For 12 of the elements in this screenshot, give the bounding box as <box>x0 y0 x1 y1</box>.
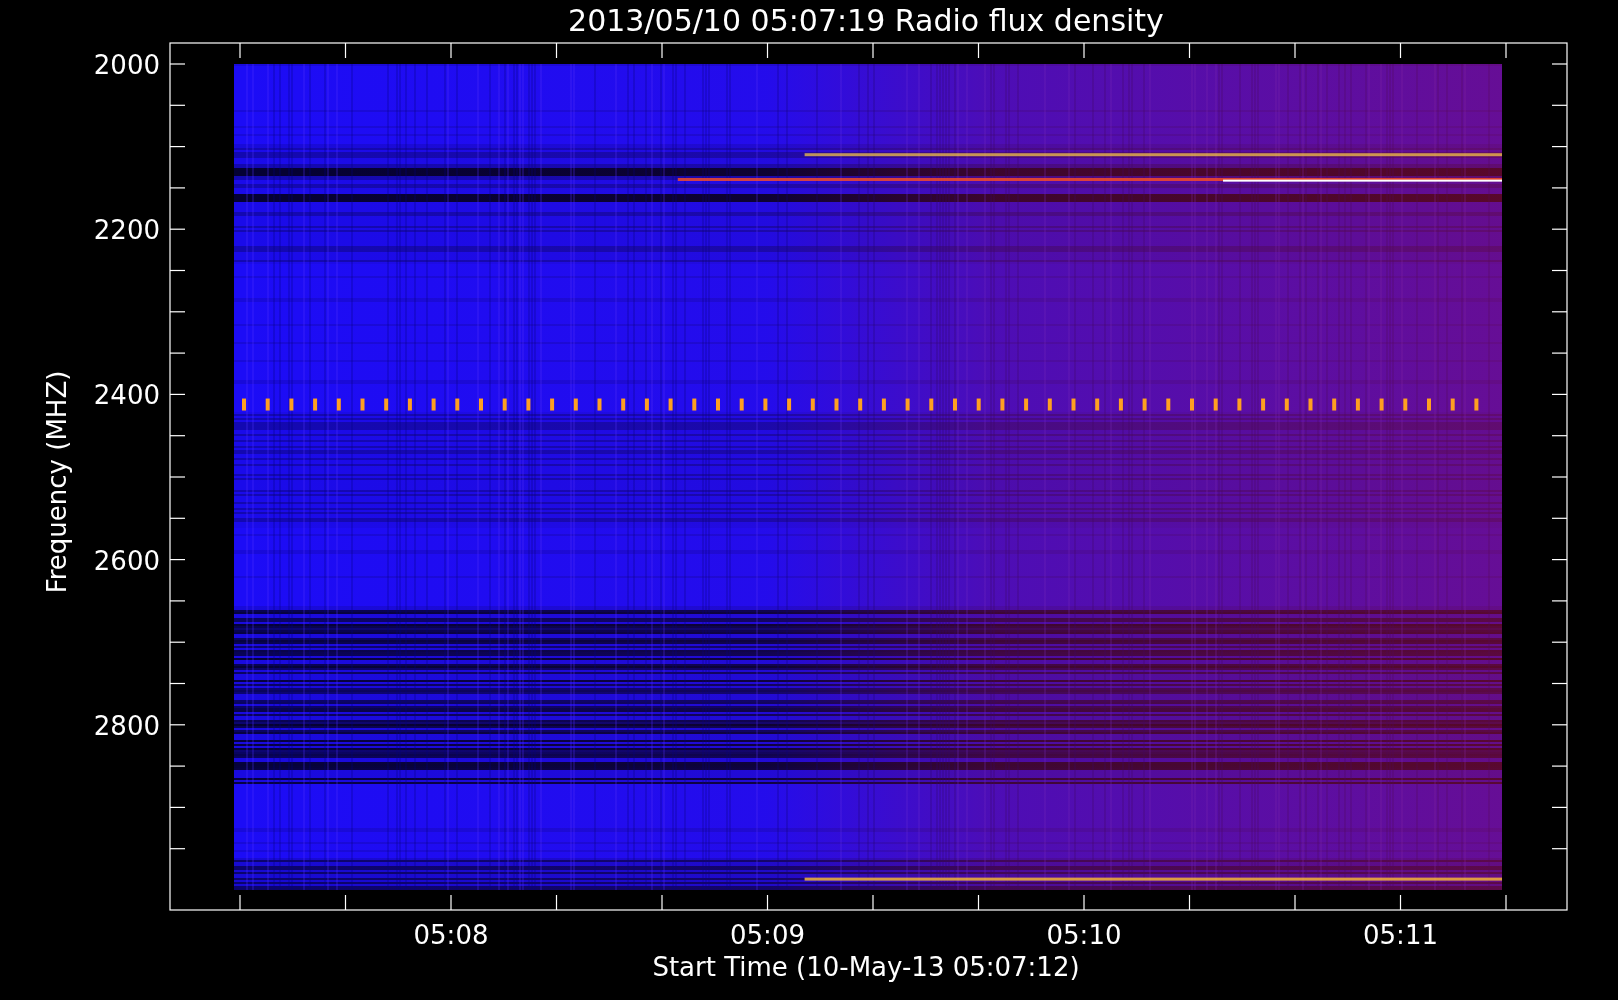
y-tick-label: 2800 <box>93 710 160 741</box>
x-tick-label: 05:09 <box>730 920 805 950</box>
x-tick-label: 05:08 <box>413 920 489 950</box>
x-axis-label: Start Time (10-May-13 05:07:12) <box>652 952 1080 982</box>
y-tick-label: 2200 <box>93 215 160 246</box>
y-axis-label: Frequency (MHZ) <box>42 370 72 594</box>
x-tick-label: 05:11 <box>1363 920 1438 950</box>
y-tick-label: 2000 <box>93 50 160 80</box>
x-tick-label: 05:10 <box>1046 920 1122 950</box>
y-tick-label: 2400 <box>93 380 160 411</box>
chart-title: 2013/05/10 05:07:19 Radio flux density <box>568 3 1164 38</box>
y-tick-label: 2600 <box>93 545 160 576</box>
